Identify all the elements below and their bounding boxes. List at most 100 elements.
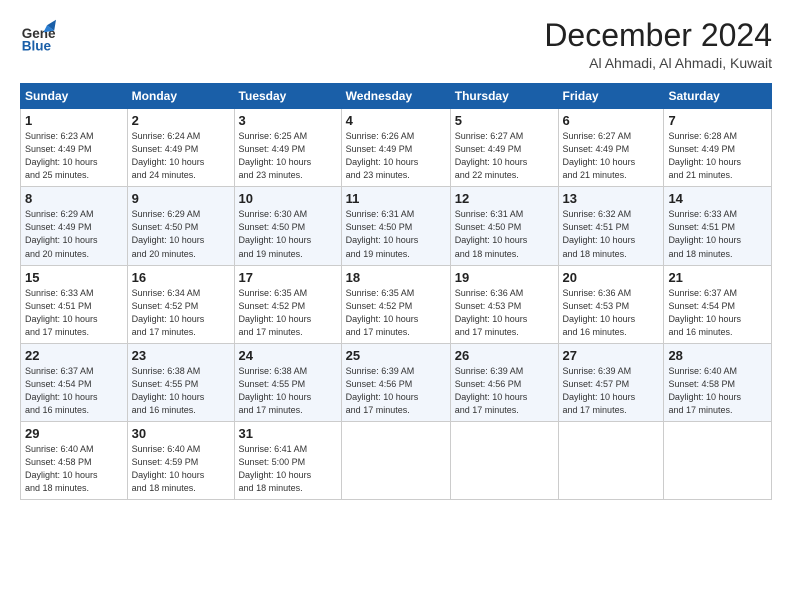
- calendar-cell: 24Sunrise: 6:38 AMSunset: 4:55 PMDayligh…: [234, 343, 341, 421]
- day-number: 17: [239, 270, 337, 285]
- day-info: Sunrise: 6:41 AMSunset: 5:00 PMDaylight:…: [239, 443, 337, 495]
- calendar-cell: 19Sunrise: 6:36 AMSunset: 4:53 PMDayligh…: [450, 265, 558, 343]
- day-number: 29: [25, 426, 123, 441]
- calendar-cell: 23 Sunrise: 6:38 AMSunset: 4:55 PMDayligh…: [127, 343, 234, 421]
- calendar-cell: 10 Sunrise: 6:30 AMSunset: 4:50 PMDayligh…: [234, 187, 341, 265]
- calendar-cell: 14 Sunrise: 6:33 AMSunset: 4:51 PMDayligh…: [664, 187, 772, 265]
- day-info: Sunrise: 6:33 AMSunset: 4:51 PMDaylight:…: [25, 287, 123, 339]
- calendar-cell: 4 Sunrise: 6:26 AMSunset: 4:49 PMDaylight…: [341, 109, 450, 187]
- calendar-cell: 6Sunrise: 6:27 AMSunset: 4:49 PMDaylight…: [558, 109, 664, 187]
- day-info: Sunrise: 6:38 AMSunset: 4:55 PMDaylight:…: [132, 365, 230, 417]
- day-number: 23: [132, 348, 230, 363]
- calendar-cell: 30 Sunrise: 6:40 AMSunset: 4:59 PMDayligh…: [127, 421, 234, 499]
- day-info: Sunrise: 6:36 AMSunset: 4:53 PMDaylight:…: [563, 287, 660, 339]
- calendar-cell: 27Sunrise: 6:39 AMSunset: 4:57 PMDayligh…: [558, 343, 664, 421]
- page: General Blue December 2024 Al Ahmadi, Al…: [0, 0, 792, 510]
- calendar-cell: 26 Sunrise: 6:39 AMSunset: 4:56 PMDayligh…: [450, 343, 558, 421]
- col-monday: Monday: [127, 84, 234, 109]
- calendar-week-3: 15 Sunrise: 6:33 AMSunset: 4:51 PMDayligh…: [21, 265, 772, 343]
- calendar-cell: 22Sunrise: 6:37 AMSunset: 4:54 PMDayligh…: [21, 343, 128, 421]
- calendar-week-4: 22Sunrise: 6:37 AMSunset: 4:54 PMDayligh…: [21, 343, 772, 421]
- day-info: Sunrise: 6:25 AMSunset: 4:49 PMDaylight:…: [239, 130, 337, 182]
- col-wednesday: Wednesday: [341, 84, 450, 109]
- col-sunday: Sunday: [21, 84, 128, 109]
- col-thursday: Thursday: [450, 84, 558, 109]
- calendar-header-row: Sunday Monday Tuesday Wednesday Thursday…: [21, 84, 772, 109]
- header: General Blue December 2024 Al Ahmadi, Al…: [20, 18, 772, 71]
- day-number: 6: [563, 113, 660, 128]
- calendar-cell: 11 Sunrise: 6:31 AMSunset: 4:50 PMDayligh…: [341, 187, 450, 265]
- day-info: Sunrise: 6:23 AMSunset: 4:49 PMDaylight:…: [25, 130, 123, 182]
- day-number: 2: [132, 113, 230, 128]
- calendar-cell: 8 Sunrise: 6:29 AMSunset: 4:49 PMDaylight…: [21, 187, 128, 265]
- day-number: 11: [346, 191, 446, 206]
- day-info: Sunrise: 6:31 AMSunset: 4:50 PMDaylight:…: [346, 208, 446, 260]
- day-info: Sunrise: 6:37 AMSunset: 4:54 PMDaylight:…: [668, 287, 767, 339]
- day-info: Sunrise: 6:39 AMSunset: 4:57 PMDaylight:…: [563, 365, 660, 417]
- day-info: Sunrise: 6:30 AMSunset: 4:50 PMDaylight:…: [239, 208, 337, 260]
- day-info: Sunrise: 6:38 AMSunset: 4:55 PMDaylight:…: [239, 365, 337, 417]
- calendar-cell: 15 Sunrise: 6:33 AMSunset: 4:51 PMDayligh…: [21, 265, 128, 343]
- day-info: Sunrise: 6:34 AMSunset: 4:52 PMDaylight:…: [132, 287, 230, 339]
- calendar-week-1: 1 Sunrise: 6:23 AMSunset: 4:49 PMDaylight…: [21, 109, 772, 187]
- day-number: 10: [239, 191, 337, 206]
- calendar-cell: 20 Sunrise: 6:36 AMSunset: 4:53 PMDayligh…: [558, 265, 664, 343]
- calendar-cell: [664, 421, 772, 499]
- day-number: 25: [346, 348, 446, 363]
- day-number: 9: [132, 191, 230, 206]
- day-number: 3: [239, 113, 337, 128]
- calendar-cell: 9 Sunrise: 6:29 AMSunset: 4:50 PMDaylight…: [127, 187, 234, 265]
- col-saturday: Saturday: [664, 84, 772, 109]
- day-info: Sunrise: 6:39 AMSunset: 4:56 PMDaylight:…: [455, 365, 554, 417]
- day-number: 14: [668, 191, 767, 206]
- subtitle: Al Ahmadi, Al Ahmadi, Kuwait: [544, 55, 772, 71]
- day-number: 15: [25, 270, 123, 285]
- day-number: 18: [346, 270, 446, 285]
- day-info: Sunrise: 6:35 AMSunset: 4:52 PMDaylight:…: [346, 287, 446, 339]
- day-info: Sunrise: 6:31 AMSunset: 4:50 PMDaylight:…: [455, 208, 554, 260]
- calendar-cell: 18 Sunrise: 6:35 AMSunset: 4:52 PMDayligh…: [341, 265, 450, 343]
- calendar-cell: 17 Sunrise: 6:35 AMSunset: 4:52 PMDayligh…: [234, 265, 341, 343]
- day-info: Sunrise: 6:29 AMSunset: 4:49 PMDaylight:…: [25, 208, 123, 260]
- day-info: Sunrise: 6:26 AMSunset: 4:49 PMDaylight:…: [346, 130, 446, 182]
- day-number: 28: [668, 348, 767, 363]
- day-info: Sunrise: 6:27 AMSunset: 4:49 PMDaylight:…: [455, 130, 554, 182]
- day-number: 20: [563, 270, 660, 285]
- calendar-cell: [341, 421, 450, 499]
- calendar-cell: 7 Sunrise: 6:28 AMSunset: 4:49 PMDaylight…: [664, 109, 772, 187]
- month-title: December 2024: [544, 18, 772, 53]
- day-info: Sunrise: 6:32 AMSunset: 4:51 PMDaylight:…: [563, 208, 660, 260]
- day-info: Sunrise: 6:35 AMSunset: 4:52 PMDaylight:…: [239, 287, 337, 339]
- calendar-cell: 31Sunrise: 6:41 AMSunset: 5:00 PMDayligh…: [234, 421, 341, 499]
- calendar-cell: 12 Sunrise: 6:31 AMSunset: 4:50 PMDayligh…: [450, 187, 558, 265]
- day-number: 13: [563, 191, 660, 206]
- day-info: Sunrise: 6:40 AMSunset: 4:59 PMDaylight:…: [132, 443, 230, 495]
- day-number: 26: [455, 348, 554, 363]
- day-info: Sunrise: 6:37 AMSunset: 4:54 PMDaylight:…: [25, 365, 123, 417]
- svg-text:Blue: Blue: [22, 38, 52, 53]
- day-info: Sunrise: 6:40 AMSunset: 4:58 PMDaylight:…: [668, 365, 767, 417]
- calendar-cell: 25Sunrise: 6:39 AMSunset: 4:56 PMDayligh…: [341, 343, 450, 421]
- day-number: 1: [25, 113, 123, 128]
- day-info: Sunrise: 6:36 AMSunset: 4:53 PMDaylight:…: [455, 287, 554, 339]
- calendar-cell: 29Sunrise: 6:40 AMSunset: 4:58 PMDayligh…: [21, 421, 128, 499]
- col-friday: Friday: [558, 84, 664, 109]
- day-info: Sunrise: 6:24 AMSunset: 4:49 PMDaylight:…: [132, 130, 230, 182]
- day-number: 7: [668, 113, 767, 128]
- calendar-cell: 3 Sunrise: 6:25 AMSunset: 4:49 PMDaylight…: [234, 109, 341, 187]
- day-number: 12: [455, 191, 554, 206]
- calendar-week-2: 8 Sunrise: 6:29 AMSunset: 4:49 PMDaylight…: [21, 187, 772, 265]
- calendar-cell: 5Sunrise: 6:27 AMSunset: 4:49 PMDaylight…: [450, 109, 558, 187]
- calendar-cell: 28 Sunrise: 6:40 AMSunset: 4:58 PMDayligh…: [664, 343, 772, 421]
- day-number: 8: [25, 191, 123, 206]
- calendar-cell: [558, 421, 664, 499]
- day-number: 4: [346, 113, 446, 128]
- calendar-cell: 1 Sunrise: 6:23 AMSunset: 4:49 PMDaylight…: [21, 109, 128, 187]
- day-info: Sunrise: 6:28 AMSunset: 4:49 PMDaylight:…: [668, 130, 767, 182]
- day-info: Sunrise: 6:33 AMSunset: 4:51 PMDaylight:…: [668, 208, 767, 260]
- calendar-table: Sunday Monday Tuesday Wednesday Thursday…: [20, 83, 772, 500]
- day-number: 30: [132, 426, 230, 441]
- calendar-cell: [450, 421, 558, 499]
- day-info: Sunrise: 6:29 AMSunset: 4:50 PMDaylight:…: [132, 208, 230, 260]
- day-number: 21: [668, 270, 767, 285]
